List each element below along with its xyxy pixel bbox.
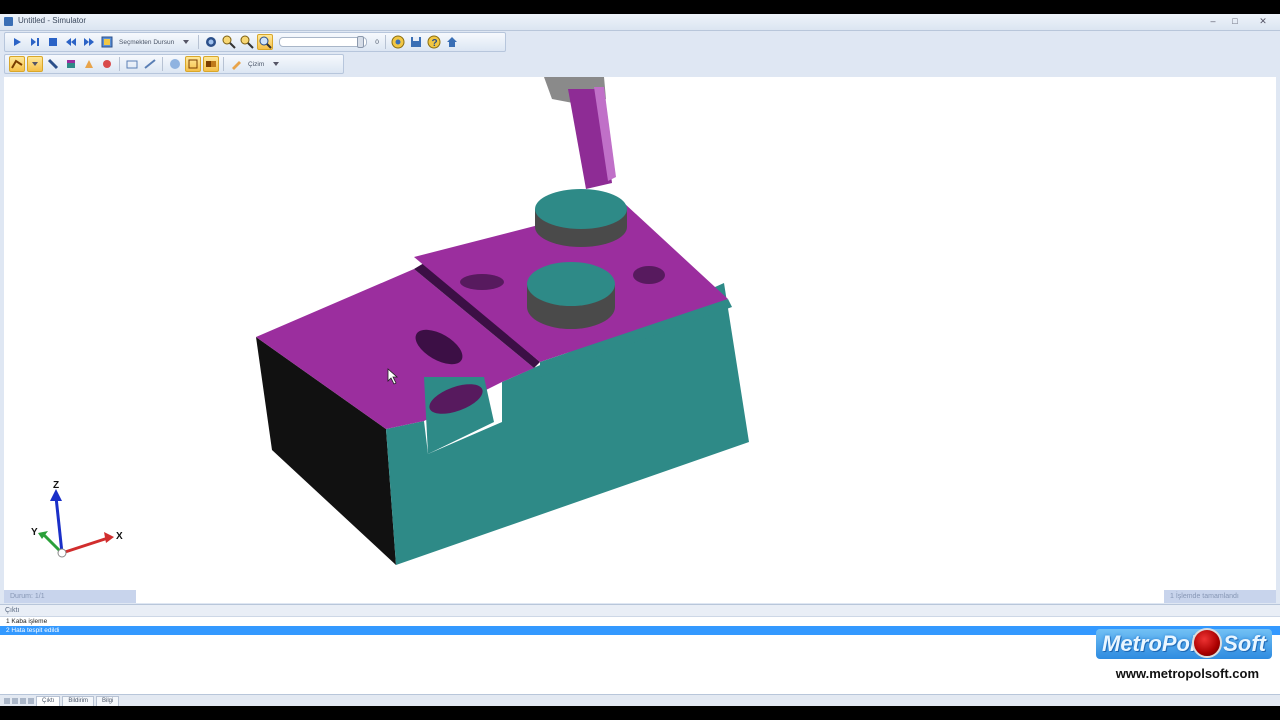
title-bar: Untitled - Simulator – □ ✕: [0, 14, 1280, 31]
zoom-out-icon[interactable]: [239, 34, 255, 50]
fixture-icon[interactable]: [81, 56, 97, 72]
y-axis-label: Y: [31, 527, 38, 538]
pencil-icon[interactable]: [228, 56, 244, 72]
window-controls: – □ ✕: [1202, 14, 1280, 30]
boss-2-top: [535, 189, 627, 229]
axis-origin: [57, 548, 67, 558]
fast-forward-icon[interactable]: [81, 34, 97, 50]
zoom-fit-icon[interactable]: [257, 34, 274, 50]
x-axis-arrow: [104, 532, 114, 543]
boss-1-top: [527, 262, 615, 306]
tab-info[interactable]: Bilgi: [96, 696, 120, 706]
tab-notification[interactable]: Bildirim: [62, 696, 95, 706]
tool-path-icon[interactable]: [9, 56, 25, 72]
chevron-down-icon[interactable]: [268, 56, 284, 72]
first-page-icon[interactable]: [4, 698, 10, 704]
axis-triad: Z X Y: [31, 480, 123, 558]
operation-row[interactable]: 1 Kaba işleme: [0, 617, 1280, 626]
stop-icon[interactable]: [45, 34, 61, 50]
step-icon[interactable]: [27, 34, 43, 50]
logo-text-right: Soft: [1223, 631, 1266, 656]
home-icon[interactable]: [444, 34, 460, 50]
tool-icon[interactable]: [45, 56, 61, 72]
simulation-toolbar: Seçmekten Dursun 0 ?: [4, 32, 506, 52]
section-icon[interactable]: [124, 56, 140, 72]
next-page-icon[interactable]: [20, 698, 26, 704]
website-url: www.metropolsoft.com: [1115, 666, 1259, 681]
logo-text-left: MetroPol: [1102, 631, 1197, 656]
toolbar-separator: [119, 57, 120, 71]
chevron-down-icon[interactable]: [27, 56, 43, 72]
close-button[interactable]: ✕: [1246, 14, 1280, 29]
maximize-button[interactable]: □: [1224, 14, 1246, 29]
minimize-button[interactable]: –: [1202, 14, 1224, 29]
toolbar-separator: [223, 57, 224, 71]
stock-icon[interactable]: [63, 56, 79, 72]
speed-icon[interactable]: [99, 34, 115, 50]
view-combo[interactable]: Çizim: [246, 61, 266, 68]
slider-thumb[interactable]: [357, 36, 365, 48]
x-axis-label: X: [116, 531, 123, 542]
pocket-3: [460, 274, 504, 290]
pocket-4: [633, 266, 665, 284]
status-right: 1 İşlemde tamamlandı: [1164, 590, 1276, 603]
compare-icon[interactable]: [203, 56, 219, 72]
simulation-viewport[interactable]: Z X Y Durum: 1/1 1 İşlemde tamamlandı: [4, 77, 1276, 603]
settings-icon[interactable]: [390, 34, 406, 50]
chevron-down-icon[interactable]: [178, 34, 194, 50]
app-icon: [4, 17, 13, 26]
wireframe-icon[interactable]: [185, 56, 201, 72]
toolbar-separator: [162, 57, 163, 71]
toolbar-separator: [198, 35, 200, 49]
logo-emblem-icon: [1192, 628, 1222, 658]
rewind-icon[interactable]: [63, 34, 79, 50]
process-combo[interactable]: Seçmekten Dursun: [117, 39, 176, 46]
app-window: Untitled - Simulator – □ ✕ Seçmekten Dur…: [0, 14, 1280, 706]
panel-tab-bar: Çıktı Bildirim Bilgi: [0, 694, 1280, 706]
status-left: Durum: 1/1: [4, 590, 136, 603]
save-icon[interactable]: [408, 34, 424, 50]
z-axis: [54, 496, 64, 554]
output-panel-header: Çıktı: [0, 605, 1280, 617]
prev-page-icon[interactable]: [12, 698, 18, 704]
output-panel: Çıktı 1 Kaba işleme 2 Hata tespit edildi…: [0, 604, 1280, 706]
zoom-in-icon[interactable]: [221, 34, 237, 50]
play-icon[interactable]: [9, 34, 25, 50]
help-icon[interactable]: ?: [426, 34, 442, 50]
window-title: Untitled - Simulator: [18, 16, 87, 25]
measure-icon[interactable]: [142, 56, 158, 72]
view-toolbar: Çizim: [4, 54, 344, 74]
metropolsoft-logo: MetroPol Soft: [1096, 628, 1272, 659]
collision-icon[interactable]: [99, 56, 115, 72]
toolbar-separator: [384, 35, 386, 49]
simulation-speed-slider[interactable]: [279, 36, 368, 48]
slider-value: 0: [375, 38, 379, 46]
operation-row-selected[interactable]: 2 Hata tespit edildi: [0, 626, 1280, 635]
record-icon[interactable]: [203, 34, 219, 50]
svg-text:?: ?: [431, 38, 437, 49]
x-axis: [61, 536, 109, 555]
shading-icon[interactable]: [167, 56, 183, 72]
z-axis-label: Z: [53, 480, 59, 491]
last-page-icon[interactable]: [28, 698, 34, 704]
tab-output[interactable]: Çıktı: [36, 696, 61, 706]
machining-scene: Z X Y: [31, 77, 749, 565]
